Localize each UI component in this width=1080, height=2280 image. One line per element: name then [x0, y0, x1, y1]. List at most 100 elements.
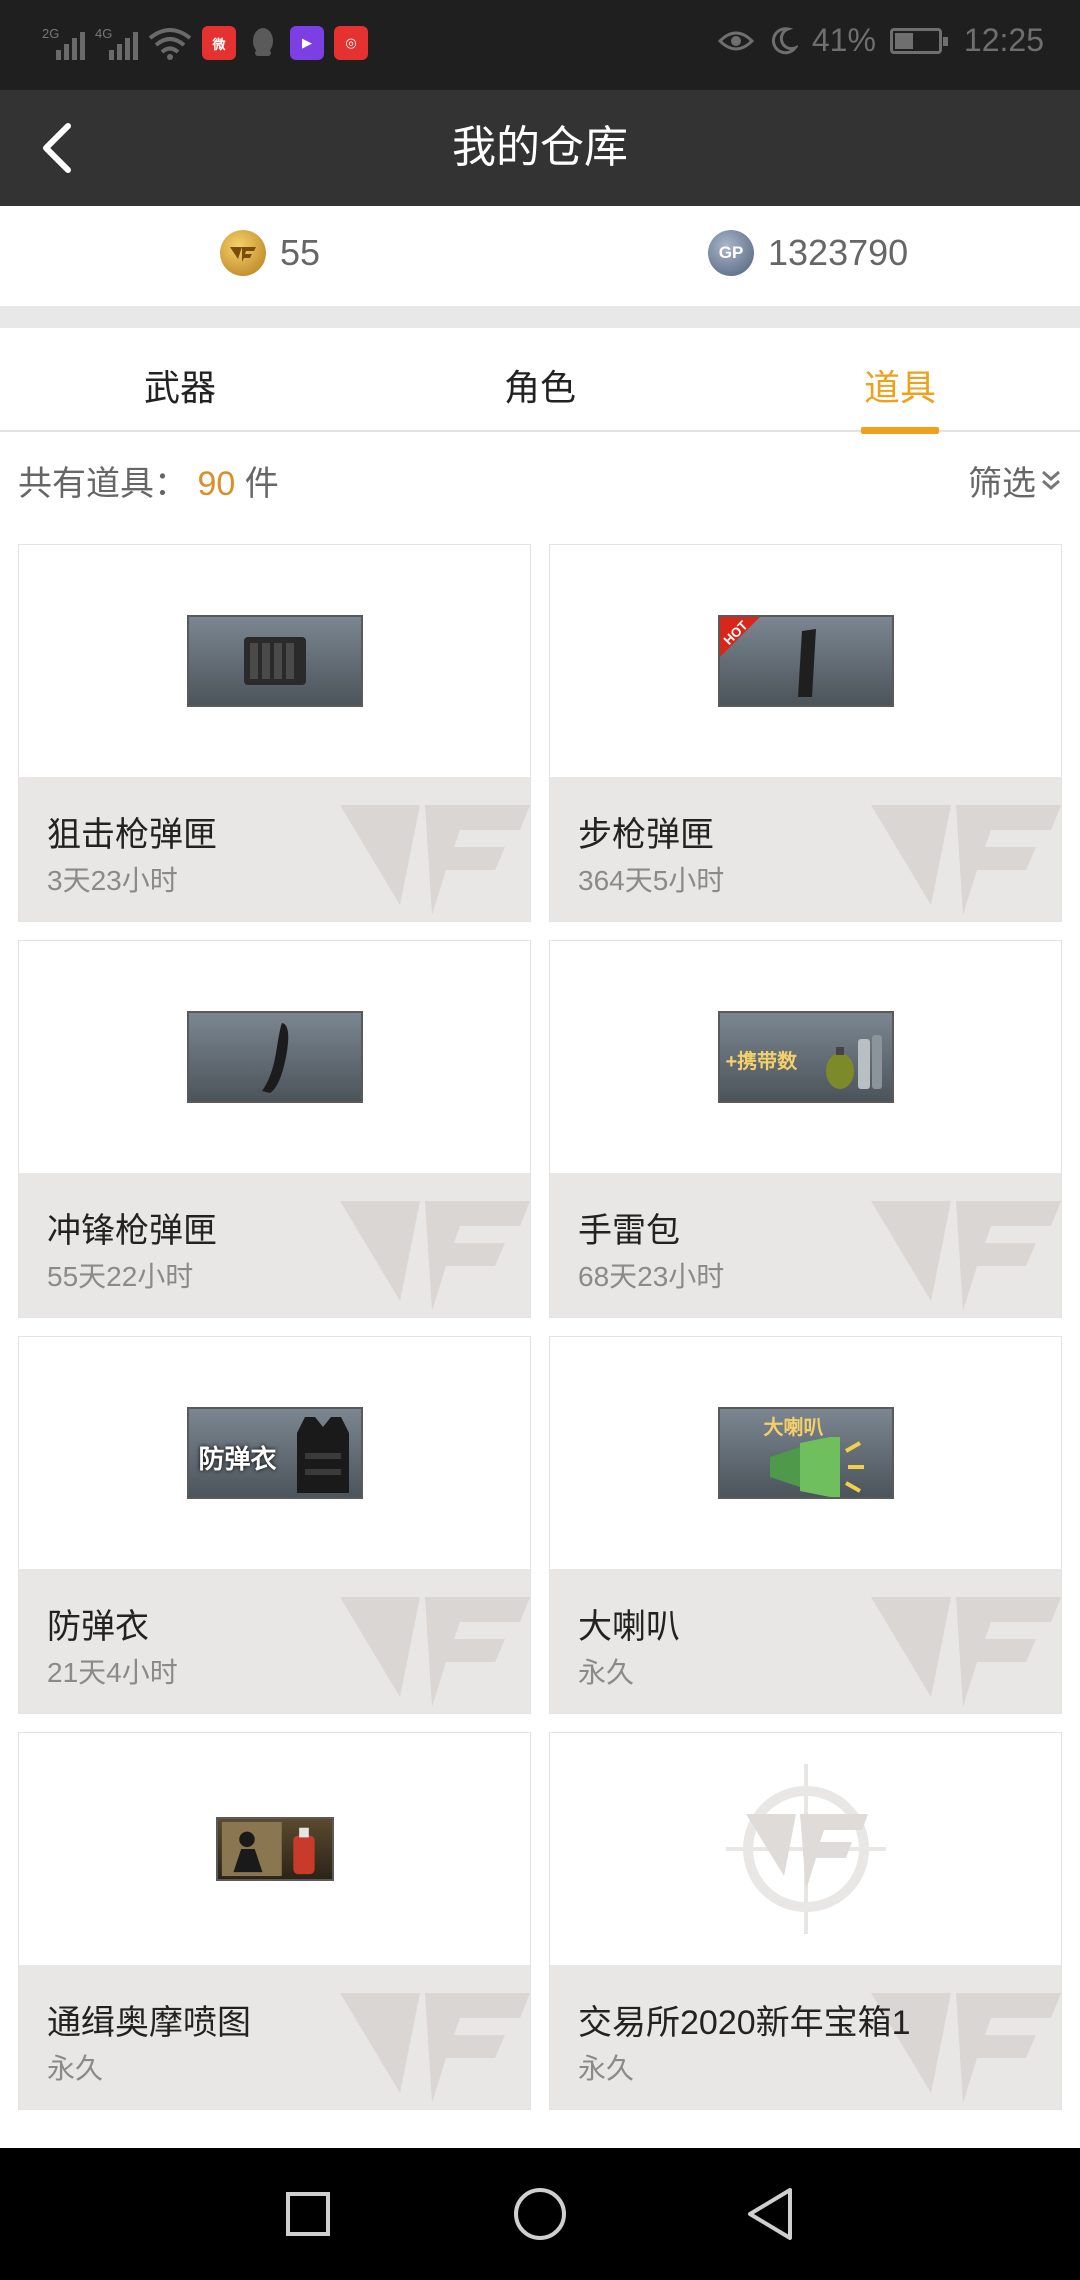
item-duration: 68天23小时	[578, 1261, 725, 1292]
item-info: 防弹衣 21天4小时	[19, 1569, 530, 1713]
item-card[interactable]: 大喇叭 大喇叭 永久	[549, 1336, 1062, 1714]
item-count-summary: 共有道具： 90 件	[18, 456, 279, 505]
gp-points-value: 1323790	[768, 232, 909, 273]
triangle-back-icon	[748, 2188, 792, 2240]
item-image-area: 大喇叭	[550, 1337, 1061, 1569]
item-info: 通缉奥摩喷图 永久	[19, 1965, 530, 2109]
item-image-area	[550, 1733, 1061, 1965]
game-icon: ◎	[334, 26, 368, 60]
category-tabs: 武器 角色 道具	[0, 328, 1080, 434]
sniper-magazine-thumbnail	[186, 615, 363, 707]
item-duration: 55天22小时	[47, 1261, 194, 1292]
title-bar: 我的仓库	[0, 90, 1080, 206]
tab-items-label: 道具	[863, 367, 936, 408]
cf-watermark-icon	[340, 1597, 530, 1707]
qq-icon	[253, 28, 273, 56]
item-image-area: +携带数	[550, 941, 1061, 1173]
item-info: 步枪弹匣 364天5小时	[550, 777, 1061, 921]
item-card[interactable]: 防弹衣 防弹衣 21天4小时	[18, 1336, 531, 1714]
item-duration: 21天4小时	[47, 1657, 178, 1688]
back-nav-button[interactable]	[740, 2184, 800, 2244]
wifi-icon	[148, 28, 192, 60]
item-info: 狙击枪弹匣 3天23小时	[19, 777, 530, 921]
status-left: 2G 4G 微 ▶ ◎	[42, 26, 368, 60]
spray-paint-thumbnail	[215, 1817, 334, 1881]
recents-button[interactable]	[278, 2184, 338, 2244]
cf-watermark-icon	[871, 1201, 1061, 1311]
item-duration: 364天5小时	[578, 865, 725, 896]
item-card[interactable]: 冲锋枪弹匣 55天22小时	[18, 940, 531, 1318]
filter-label: 筛选	[968, 465, 1036, 503]
summary-count: 90	[197, 465, 236, 503]
tab-items[interactable]: 道具	[720, 328, 1080, 434]
smg-magazine-thumbnail	[186, 1011, 363, 1103]
currency-bar: 55 GP 1323790	[0, 206, 1080, 306]
double-chevron-down-icon	[1042, 470, 1060, 490]
body-armor-thumbnail: 防弹衣	[186, 1407, 363, 1499]
system-nav-bar	[0, 2148, 1080, 2280]
circle-icon	[514, 2188, 566, 2240]
cf-points: 55	[220, 230, 320, 276]
signal-icon: 2G	[42, 26, 85, 60]
grenade-pack-badge: +携带数	[725, 1051, 798, 1073]
cf-coin-icon	[220, 230, 266, 276]
cf-watermark-icon	[871, 1597, 1061, 1707]
item-name: 冲锋枪弹匣	[47, 1212, 217, 1250]
eye-comfort-icon	[717, 31, 754, 50]
item-name: 通缉奥摩喷图	[47, 2004, 251, 2042]
loudspeaker-badge: 大喇叭	[763, 1417, 824, 1439]
item-duration: 永久	[47, 2053, 104, 2084]
battery-icon	[889, 27, 948, 54]
cf-points-value: 55	[280, 232, 321, 273]
item-card[interactable]: HOT 步枪弹匣 364天5小时	[549, 544, 1062, 922]
item-info: 交易所2020新年宝箱1 永久	[550, 1965, 1061, 2109]
item-duration: 永久	[578, 1657, 635, 1688]
tab-weapons[interactable]: 武器	[0, 328, 360, 432]
tab-characters[interactable]: 角色	[360, 328, 720, 432]
item-info: 冲锋枪弹匣 55天22小时	[19, 1173, 530, 1317]
cf-watermark-icon	[340, 1993, 530, 2103]
item-card[interactable]: 狙击枪弹匣 3天23小时	[18, 544, 531, 922]
item-info: 大喇叭 永久	[550, 1569, 1061, 1713]
status-right: 41% 12:25	[717, 22, 1044, 59]
item-name: 防弹衣	[47, 1608, 149, 1646]
item-image-area	[19, 545, 530, 777]
item-name: 手雷包	[578, 1212, 680, 1250]
item-name: 步枪弹匣	[578, 816, 714, 854]
signal-icon-2: 4G	[95, 26, 138, 60]
item-duration: 永久	[578, 2053, 635, 2084]
cf-logo-placeholder-icon	[725, 1764, 886, 1934]
weibo-icon: 微	[202, 26, 236, 60]
tab-weapons-label: 武器	[143, 367, 216, 408]
network-type-label-2: 4G	[95, 26, 113, 41]
loudspeaker-thumbnail: 大喇叭	[717, 1407, 894, 1499]
item-image-area: HOT	[550, 545, 1061, 777]
chevron-left-icon	[43, 123, 71, 173]
cf-watermark-icon	[340, 805, 530, 915]
video-icon: ▶	[290, 26, 324, 60]
body-armor-badge: 防弹衣	[198, 1444, 277, 1474]
item-card[interactable]: 通缉奥摩喷图 永久	[18, 1732, 531, 2110]
battery-percent: 41%	[811, 22, 876, 58]
item-name: 交易所2020新年宝箱1	[578, 2004, 911, 2042]
home-button[interactable]	[510, 2184, 570, 2244]
status-bar: 2G 4G 微 ▶ ◎ 41% 12:25	[0, 0, 1080, 90]
filter-button[interactable]: 筛选	[968, 456, 1062, 505]
summary-unit: 件	[244, 465, 279, 503]
cf-watermark-icon	[340, 1201, 530, 1311]
section-divider	[0, 306, 1080, 328]
page-title: 我的仓库	[452, 123, 628, 172]
grenade-pack-thumbnail: +携带数	[717, 1011, 894, 1103]
moon-icon	[771, 26, 798, 54]
item-card[interactable]: +携带数 手雷包 68天23小时	[549, 940, 1062, 1318]
item-image-area	[19, 1733, 530, 1965]
item-card[interactable]: 交易所2020新年宝箱1 永久	[549, 1732, 1062, 2110]
item-name: 大喇叭	[578, 1608, 680, 1646]
item-image-area	[19, 941, 530, 1173]
item-image-area: 防弹衣	[19, 1337, 530, 1569]
item-info: 手雷包 68天23小时	[550, 1173, 1061, 1317]
back-button[interactable]	[28, 118, 88, 178]
network-type-label: 2G	[42, 26, 60, 41]
active-tab-indicator	[861, 427, 939, 434]
square-icon	[286, 2192, 330, 2236]
